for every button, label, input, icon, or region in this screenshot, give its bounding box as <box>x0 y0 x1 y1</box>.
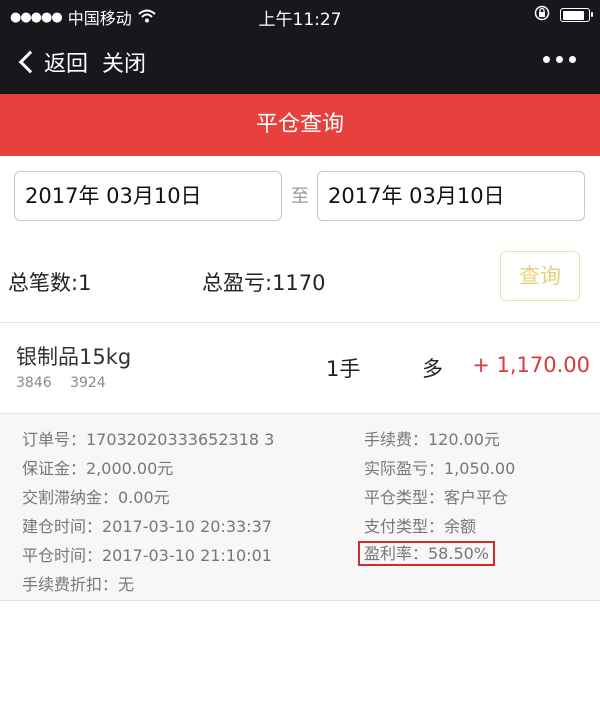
order-number: 订单号：17032020333652318 3 <box>22 430 275 449</box>
end-date-field[interactable]: 2017年 03月10日 <box>317 171 585 221</box>
back-button[interactable]: 返回 <box>18 46 88 78</box>
page-title: 平仓查询 <box>0 94 600 156</box>
more-dot <box>556 56 563 63</box>
quantity: 1手 <box>326 357 361 381</box>
product-name: 银制品15kg <box>16 345 132 369</box>
margin: 保证金：2,000.00元 <box>22 459 174 478</box>
close-time: 平仓时间：2017-03-10 21:10:01 <box>22 546 272 565</box>
back-label: 返回 <box>44 52 89 77</box>
direction: 多 <box>422 357 443 381</box>
delivery-late-fee: 交割滞纳金：0.00元 <box>22 488 170 507</box>
close-type: 平仓类型：客户平仓 <box>364 488 509 507</box>
profit-rate-wrap: 盈利率：58.50% <box>358 540 496 566</box>
payment-type: 支付类型：余额 <box>364 517 477 536</box>
start-date-field[interactable]: 2017年 03月10日 <box>14 171 282 221</box>
profit-rate: 盈利率：58.50% <box>358 541 496 566</box>
actual-profit-loss: 实际盈亏：1,050.00 <box>364 459 516 478</box>
battery-fill <box>562 10 585 20</box>
product-code: 3846 3924 <box>16 375 106 391</box>
total-count: 总笔数:1 <box>8 271 92 295</box>
record-row[interactable]: 银制品15kg 3846 3924 1手 多 + 1,170.00 <box>0 322 600 414</box>
orientation-lock-icon <box>534 5 550 25</box>
total-profit-loss: 总盈亏:1170 <box>202 271 326 295</box>
more-dot <box>569 56 576 63</box>
open-time: 建仓时间：2017-03-10 20:33:37 <box>22 517 272 536</box>
battery-icon <box>560 8 593 22</box>
chevron-left-icon <box>18 50 42 74</box>
profit-amount: + 1,170.00 <box>472 353 590 377</box>
to-label: 至 <box>291 186 309 207</box>
status-right <box>534 5 593 25</box>
fee: 手续费：120.00元 <box>364 430 500 449</box>
query-button[interactable]: 查询 <box>500 251 580 301</box>
record-details: 订单号：17032020333652318 3 保证金：2,000.00元 交割… <box>0 414 600 601</box>
more-dot <box>543 56 550 63</box>
fee-discount: 手续费折扣：无 <box>22 575 135 594</box>
status-time: 上午11:27 <box>258 10 342 30</box>
status-bar: ●●●●● 中国移动 上午11:27 <box>0 0 600 30</box>
more-icon[interactable] <box>543 56 576 63</box>
nav-bar: 返回 关闭 <box>0 30 600 94</box>
close-button[interactable]: 关闭 <box>102 46 146 78</box>
